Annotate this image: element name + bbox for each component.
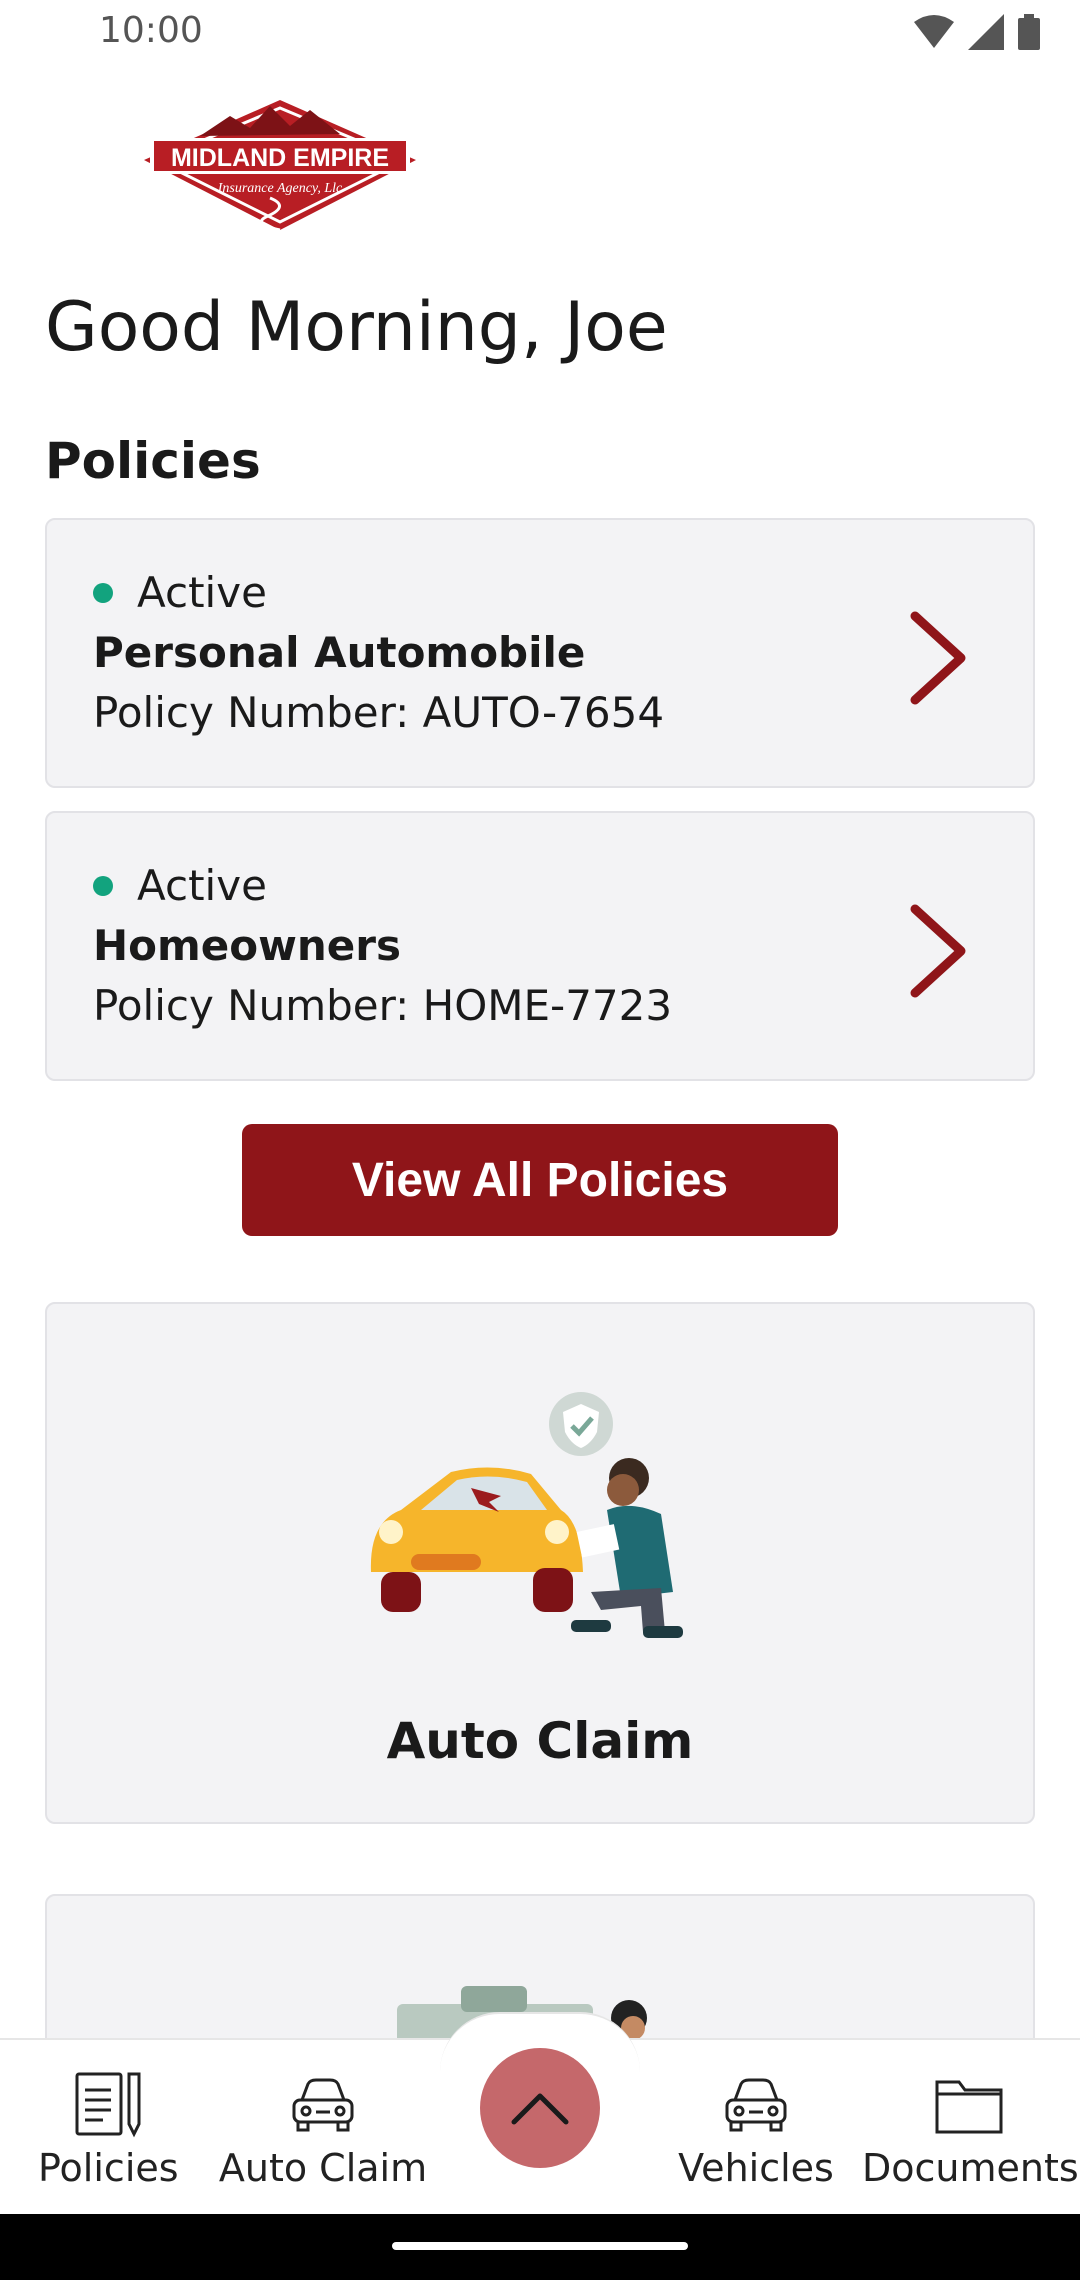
wifi-icon [914,15,954,48]
nav-item-policies[interactable]: Policies [38,2070,179,2190]
policy-card-auto[interactable]: Active Personal Automobile Policy Number… [45,518,1035,788]
nav-label: Policies [38,2146,179,2190]
view-all-policies-button[interactable]: View All Policies [242,1124,838,1236]
active-status-dot [93,582,113,603]
policy-number: Policy Number: AUTO-7654 [93,688,665,737]
folder-icon [935,2080,1003,2134]
status-bar: 10:00 [0,0,1080,66]
nav-item-auto-claim[interactable]: Auto Claim [218,2070,428,2190]
auto-claim-label: Auto Claim [386,1712,694,1770]
battery-icon [1018,14,1040,50]
active-status-dot [93,875,113,896]
system-gesture-bar [0,2214,1080,2280]
svg-text:Insurance Agency, Llc: Insurance Agency, Llc [217,181,343,196]
chevron-right-icon [910,611,966,705]
policy-status: Active [93,861,267,910]
chevron-right-icon [910,904,966,998]
home-gesture-handle[interactable] [392,2242,688,2250]
policy-document-icon [75,2072,141,2138]
auto-claim-card[interactable]: Auto Claim [45,1302,1035,1824]
nav-label: Vehicles [678,2146,834,2190]
policy-status-label: Active [137,568,267,617]
greeting-heading: Good Morning, Joe [45,288,668,367]
status-time: 10:00 [99,10,203,51]
midland-empire-logo: MIDLAND EMPIRE Insurance Agency, Llc [144,100,416,232]
car-icon [725,2078,787,2132]
bottom-navigation: Policies Auto Claim Vehicles Documents [0,2012,1080,2214]
policy-status: Active [93,568,267,617]
chevron-up-icon [511,2093,569,2125]
car-icon [292,2078,354,2132]
nav-label: Auto Claim [218,2146,428,2190]
status-icons [914,14,1040,50]
policy-card-home[interactable]: Active Homeowners Policy Number: HOME-77… [45,811,1035,1081]
signal-icon [968,14,1004,50]
nav-label: Documents [862,2146,1079,2190]
policy-number: Policy Number: HOME-7723 [93,981,673,1030]
policies-section-title: Policies [45,432,261,490]
nav-item-documents[interactable]: Documents [862,2070,1079,2190]
svg-text:MIDLAND EMPIRE: MIDLAND EMPIRE [171,144,389,172]
policy-name: Homeowners [93,921,402,970]
car-accident-illustration [370,1392,683,1638]
policy-name: Personal Automobile [93,628,586,677]
nav-item-vehicles[interactable]: Vehicles [670,2070,842,2190]
policy-status-label: Active [137,861,267,910]
expand-menu-button[interactable] [480,2048,600,2168]
